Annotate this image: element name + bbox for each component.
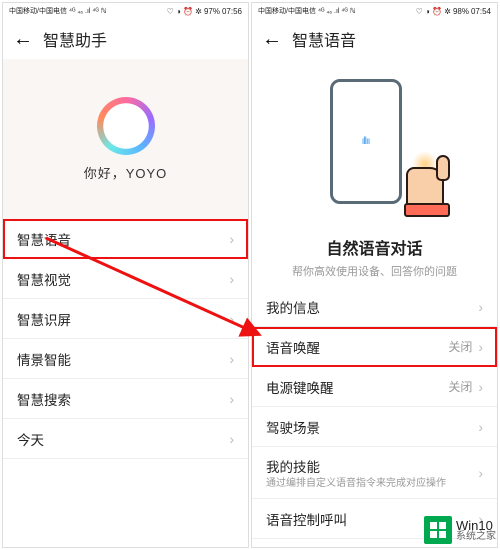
page-title: 智慧语音 <box>292 27 356 51</box>
chevron-right-icon: › <box>478 419 483 435</box>
status-bar: 中国移动/中国电信 ⁴ᴳ ₄₆ .ıl ⁴ᴳ ℕ ♡ ◑ ⏰ ✲ 97% 07:… <box>3 3 248 19</box>
row-my-info[interactable]: 我的信息 › <box>252 287 497 327</box>
assistant-hero: 你好，YOYO <box>3 59 248 219</box>
signal-icon: ⁴ᴳ ₄₆ .ıl ⁴ᴳ <box>69 8 99 15</box>
row-power-wakeup[interactable]: 电源键唤醒 关闭 › <box>252 367 497 407</box>
row-label: 驾驶场景 <box>266 417 320 437</box>
chevron-right-icon: › <box>229 311 234 327</box>
row-label: 智慧搜索 <box>17 389 71 409</box>
row-subtitle: 通过编排自定义语音指令来完成对应操作 <box>266 478 464 490</box>
chevron-right-icon: › <box>229 431 234 447</box>
chevron-right-icon: › <box>478 339 483 355</box>
row-smart-voice[interactable]: 智慧语音 › <box>3 219 248 259</box>
carrier-label: 中国移动/中国电信 <box>258 6 316 16</box>
row-my-skills[interactable]: 我的技能 通过编排自定义语音指令来完成对应操作 › <box>252 447 497 499</box>
row-label: 智慧视觉 <box>17 269 71 289</box>
battery-label: 97% <box>204 7 220 16</box>
clock-label: 07:56 <box>222 7 242 16</box>
battery-label: 98% <box>453 7 469 16</box>
chevron-right-icon: › <box>229 391 234 407</box>
hand-icon <box>392 145 452 215</box>
carrier-label: 中国移动/中国电信 <box>9 6 67 16</box>
phone-illustration: ıllıı <box>330 79 420 209</box>
voice-settings-list: 我的信息 › 语音唤醒 关闭 › 电源键唤醒 关闭 › 驾驶场景 › 我的技能 … <box>252 287 497 539</box>
phone-right: 中国移动/中国电信 ⁴ᴳ ₄₆ .ıl ⁴ᴳ ℕ ♡ ◑ ⏰ ✲ 98% 07:… <box>251 2 498 548</box>
row-driving-scene[interactable]: 驾驶场景 › <box>252 407 497 447</box>
watermark: Win10 系统之家 <box>424 516 496 544</box>
yoyo-avatar-icon <box>97 97 155 155</box>
watermark-title: Win10 <box>456 519 496 532</box>
status-bar: 中国移动/中国电信 ⁴ᴳ ₄₆ .ıl ⁴ᴳ ℕ ♡ ◑ ⏰ ✲ 98% 07:… <box>252 3 497 19</box>
clock-label: 07:54 <box>471 7 491 16</box>
voice-hero: ıllıı <box>252 59 497 229</box>
chevron-right-icon: › <box>478 379 483 395</box>
phone-left: 中国移动/中国电信 ⁴ᴳ ₄₆ .ıl ⁴ᴳ ℕ ♡ ◑ ⏰ ✲ 97% 07:… <box>2 2 249 548</box>
soundwave-icon: ıllıı <box>362 136 370 147</box>
back-icon[interactable]: ← <box>13 29 33 49</box>
row-scene-intelligence[interactable]: 情景智能 › <box>3 339 248 379</box>
status-icons: ♡ ◑ ⏰ ✲ <box>167 7 202 16</box>
signal-icon: ⁴ᴳ ₄₆ .ıl ⁴ᴳ <box>318 8 348 15</box>
row-smart-vision[interactable]: 智慧视觉 › <box>3 259 248 299</box>
settings-list: 智慧语音 › 智慧视觉 › 智慧识屏 › 情景智能 › 智慧搜索 › 今天 › <box>3 219 248 459</box>
row-smart-screen[interactable]: 智慧识屏 › <box>3 299 248 339</box>
row-voice-wakeup[interactable]: 语音唤醒 关闭 › <box>252 327 497 367</box>
chevron-right-icon: › <box>478 299 483 315</box>
nfc-icon: ℕ <box>101 7 107 15</box>
page-header: ← 智慧助手 <box>3 19 248 59</box>
row-label: 智慧识屏 <box>17 309 71 329</box>
hero-title: 自然语音对话 <box>252 235 497 259</box>
row-label: 我的信息 <box>266 297 320 317</box>
page-header: ← 智慧语音 <box>252 19 497 59</box>
greeting-text: 你好，YOYO <box>84 163 168 182</box>
chevron-right-icon: › <box>478 465 483 481</box>
windows-logo-icon <box>424 516 452 544</box>
status-icons: ♡ ◑ ⏰ ✲ <box>416 7 451 16</box>
row-label: 电源键唤醒 <box>266 377 334 397</box>
page-title: 智慧助手 <box>43 27 107 51</box>
row-label: 我的技能 <box>266 456 320 476</box>
row-value: 关闭 <box>448 338 472 355</box>
chevron-right-icon: › <box>229 351 234 367</box>
chevron-right-icon: › <box>229 271 234 287</box>
row-label: 情景智能 <box>17 349 71 369</box>
row-label: 语音控制呼叫 <box>266 509 347 529</box>
watermark-subtitle: 系统之家 <box>456 532 496 542</box>
chevron-right-icon: › <box>229 231 234 247</box>
row-label: 智慧语音 <box>17 229 71 249</box>
row-value: 关闭 <box>448 378 472 395</box>
row-today[interactable]: 今天 › <box>3 419 248 459</box>
row-label: 今天 <box>17 429 44 449</box>
row-label: 语音唤醒 <box>266 337 320 357</box>
nfc-icon: ℕ <box>350 7 356 15</box>
row-smart-search[interactable]: 智慧搜索 › <box>3 379 248 419</box>
back-icon[interactable]: ← <box>262 29 282 49</box>
hero-subtitle: 帮你高效使用设备、回答你的问题 <box>252 263 497 287</box>
